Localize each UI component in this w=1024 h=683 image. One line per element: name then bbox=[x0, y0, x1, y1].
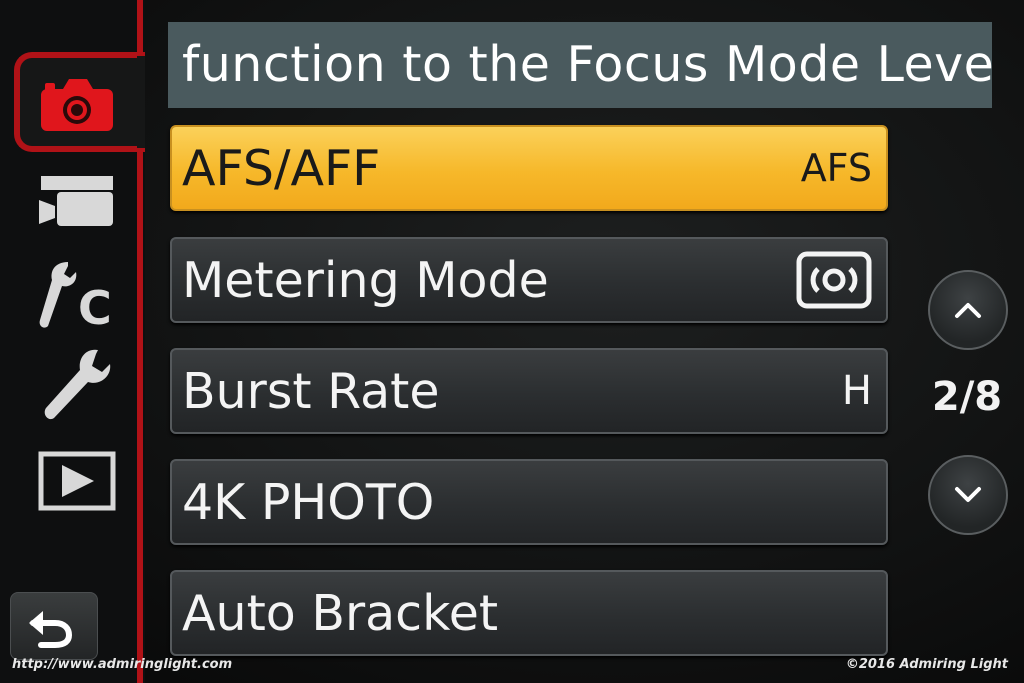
video-camera-icon bbox=[39, 176, 113, 226]
custom-fc-icon: C bbox=[39, 262, 112, 332]
menu-item-afs-aff[interactable]: AFS/AFF AFS bbox=[170, 125, 888, 211]
wrench-icon bbox=[44, 349, 111, 420]
back-button[interactable] bbox=[10, 592, 98, 660]
camera-icon bbox=[41, 79, 113, 131]
return-arrow-icon bbox=[29, 611, 73, 648]
tab-rec-camera[interactable] bbox=[36, 72, 118, 134]
menu-item-label: Auto Bracket bbox=[182, 584, 499, 642]
tab-custom[interactable]: C bbox=[30, 256, 126, 332]
custom-c-letter: C bbox=[78, 281, 112, 332]
menu-item-value: AFS bbox=[800, 146, 872, 190]
active-tab-joint bbox=[137, 56, 145, 148]
chevron-up-icon bbox=[955, 303, 981, 318]
help-text-banner: function to the Focus Mode Leve bbox=[168, 22, 992, 108]
menu-item-burst-rate[interactable]: Burst Rate H bbox=[170, 348, 888, 434]
menu-item-label: Metering Mode bbox=[182, 251, 549, 309]
menu-item-4k-photo[interactable]: 4K PHOTO bbox=[170, 459, 888, 545]
scroll-up-button[interactable] bbox=[928, 270, 1008, 350]
tab-setup[interactable] bbox=[40, 346, 116, 426]
menu-item-value: H bbox=[841, 368, 872, 414]
menu-item-metering-mode[interactable]: Metering Mode bbox=[170, 237, 888, 323]
camera-menu-screen: C function to the Focus Mode Leve AFS/AF… bbox=[0, 0, 1024, 683]
chevron-down-icon bbox=[955, 487, 981, 502]
tab-playback[interactable] bbox=[38, 450, 116, 512]
menu-item-label: 4K PHOTO bbox=[182, 473, 435, 531]
help-text: function to the Focus Mode Leve bbox=[182, 36, 992, 93]
menu-item-label: Burst Rate bbox=[182, 362, 440, 420]
watermark-url: http://www.admiringlight.com bbox=[12, 657, 233, 672]
page-indicator: 2/8 bbox=[931, 374, 1003, 420]
menu-item-label: AFS/AFF bbox=[182, 139, 381, 197]
menu-item-auto-bracket[interactable]: Auto Bracket bbox=[170, 570, 888, 656]
scroll-down-button[interactable] bbox=[928, 455, 1008, 535]
tab-motion-picture[interactable] bbox=[36, 170, 118, 232]
metering-multi-icon bbox=[796, 251, 872, 309]
watermark-copyright: ©2016 Admiring Light bbox=[845, 657, 1008, 672]
play-icon bbox=[38, 451, 116, 511]
